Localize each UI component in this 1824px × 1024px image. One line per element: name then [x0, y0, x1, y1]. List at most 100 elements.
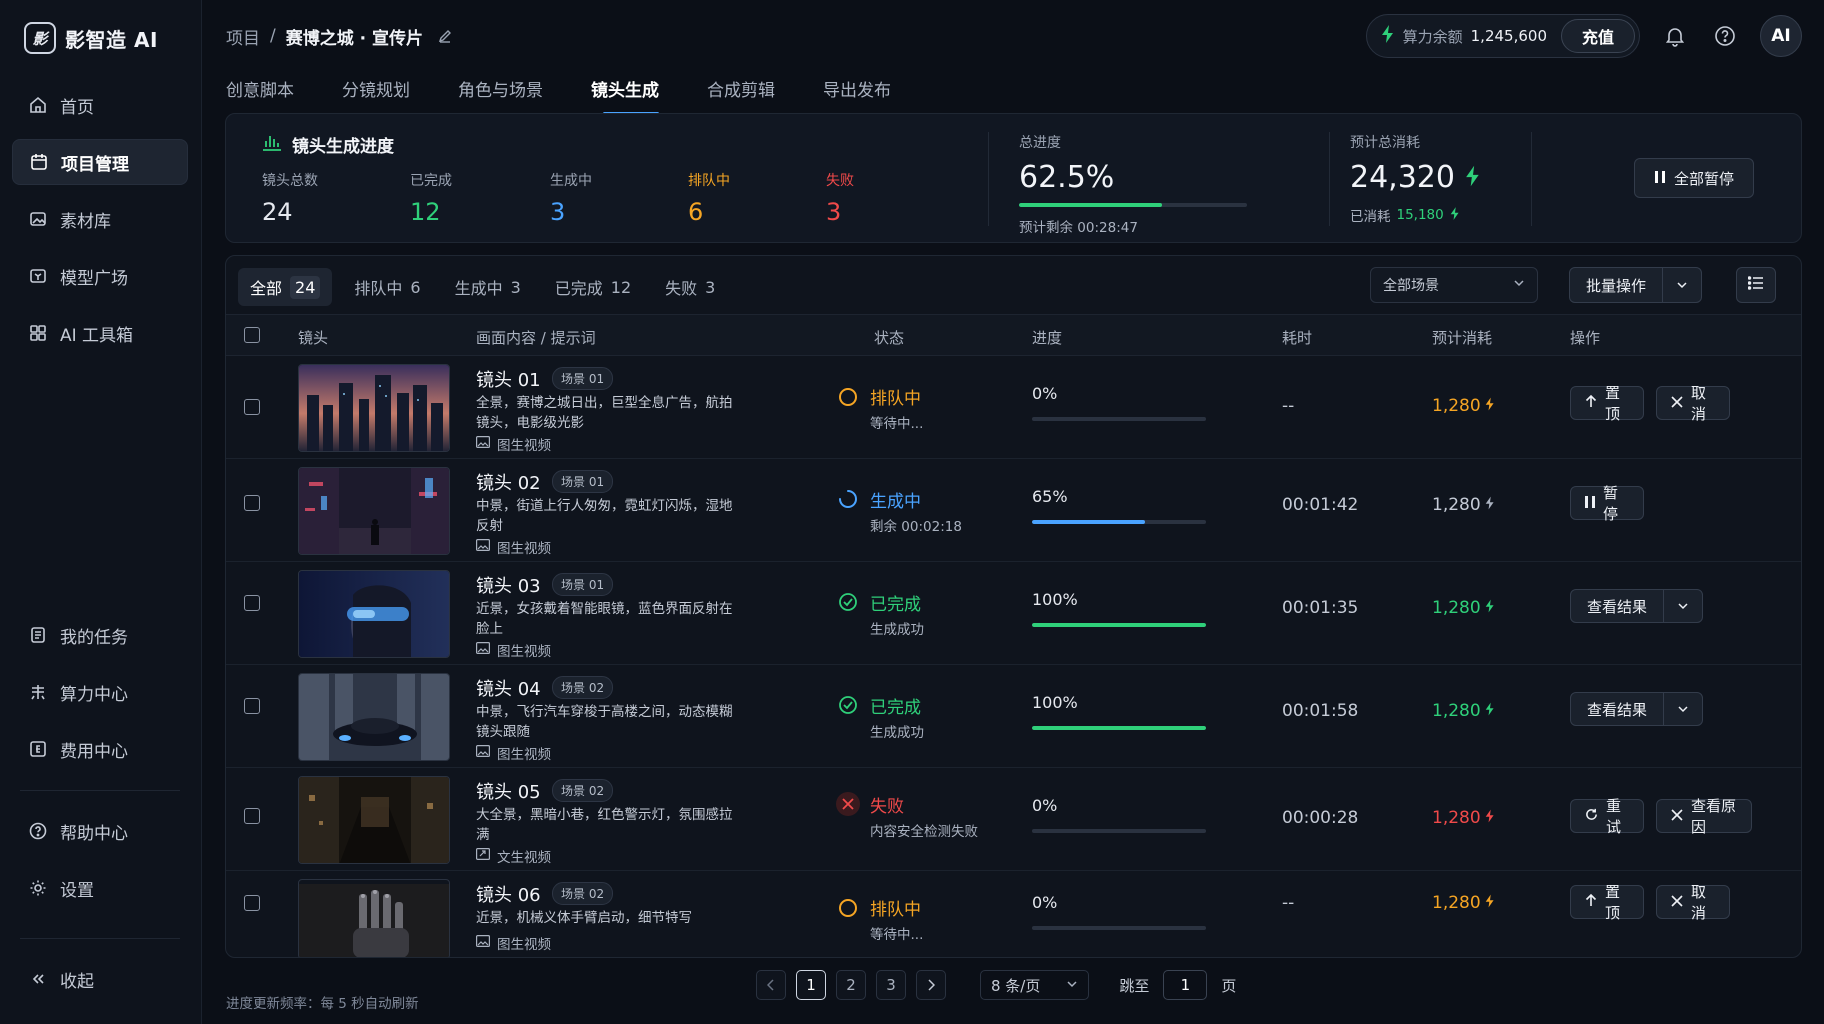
spinner-icon — [836, 487, 860, 511]
stat-value: 12 — [410, 198, 441, 226]
edit-icon[interactable] — [437, 28, 453, 44]
scene-select[interactable]: 全部场景 — [1370, 267, 1538, 303]
view-result-dropdown[interactable]: 查看结果 — [1570, 589, 1704, 623]
shot-thumbnail[interactable] — [298, 364, 450, 452]
table-row[interactable]: 镜头 02 场景 01 中景，街道上行人匆匆，霓虹灯闪烁，湿地反射 图生视频 生… — [226, 459, 1801, 562]
sidebar-item-tasks[interactable]: 我的任务 — [12, 612, 188, 658]
row-checkbox[interactable] — [244, 399, 260, 415]
page-unit-label: 页 — [1221, 976, 1237, 995]
page-button[interactable]: 1 — [796, 970, 826, 1000]
sidebar-item-settings[interactable]: 设置 — [12, 865, 188, 911]
page-button[interactable]: 2 — [836, 970, 866, 1000]
action-label: 查看原因 — [1691, 797, 1737, 836]
page-button[interactable]: 3 — [876, 970, 906, 1000]
retry-button[interactable]: 重试 — [1570, 797, 1644, 836]
shot-thumbnail[interactable] — [298, 570, 450, 658]
tab-storyboard[interactable]: 分镜规划 — [342, 76, 410, 112]
view-result-button[interactable]: 查看结果 — [1571, 693, 1665, 725]
shot-prompt: 近景，机械义体手臂启动，细节特写 — [476, 910, 692, 926]
recharge-button[interactable]: 充值 — [1560, 19, 1635, 53]
pin-top-button[interactable]: 置顶 — [1570, 883, 1644, 922]
table-row[interactable]: 镜头 01 场景 01 全景，赛博之城日出，巨型全息广告，航拍镜头，电影级光影 … — [226, 356, 1801, 459]
row-actions: 置顶 取消 — [1570, 384, 1730, 423]
row-checkbox[interactable] — [244, 808, 260, 824]
cancel-button[interactable]: 取消 — [1656, 883, 1730, 922]
filter-count: 3 — [705, 277, 716, 297]
shot-thumbnail[interactable] — [298, 467, 450, 555]
row-actions: 查看结果 — [1570, 692, 1704, 726]
avatar[interactable]: AI — [1760, 15, 1802, 57]
cancel-button[interactable]: 取消 — [1656, 384, 1730, 423]
tab-characters[interactable]: 角色与场景 — [458, 76, 543, 112]
filter-tab-all[interactable]: 全部 24 — [238, 268, 333, 306]
sidebar-item-label: 费用中心 — [60, 741, 128, 762]
tab-shot-generation[interactable]: 镜头生成 — [591, 76, 659, 115]
progress-text: 65% — [1032, 487, 1068, 506]
tab-script[interactable]: 创意脚本 — [226, 76, 294, 112]
help-circle-icon[interactable] — [1710, 21, 1740, 51]
sidebar-collapse-button[interactable]: 收起 — [12, 956, 188, 1002]
brand[interactable]: 影 影智造 AI — [24, 20, 158, 56]
divider — [988, 132, 989, 226]
list-view-button[interactable] — [1736, 267, 1776, 303]
filter-tab-failed[interactable]: 失败 3 — [653, 268, 727, 306]
view-result-button[interactable]: 查看结果 — [1571, 590, 1665, 622]
progress-text: 0% — [1032, 893, 1058, 912]
filter-tab-running[interactable]: 生成中 3 — [443, 268, 533, 306]
stat-label: 排队中 — [688, 173, 730, 189]
chevron-down-icon[interactable] — [1663, 268, 1701, 302]
table-row[interactable]: 镜头 03 场景 01 近景，女孩戴着智能眼镜，蓝色界面反射在脸上 图生视频 已… — [226, 562, 1801, 665]
chevron-down-icon — [1513, 277, 1525, 293]
page-size-select[interactable]: 8 条/页 — [980, 970, 1090, 1000]
shot-kind: 图生视频 — [476, 743, 551, 763]
row-checkbox[interactable] — [244, 895, 260, 911]
filter-tab-queued[interactable]: 排队中 6 — [342, 268, 432, 306]
sidebar-item-projects[interactable]: 项目管理 — [12, 139, 188, 185]
row-checkbox[interactable] — [244, 495, 260, 511]
breadcrumb-root[interactable]: 项目 — [226, 24, 260, 49]
prev-page-button[interactable] — [756, 970, 786, 1000]
sidebar-item-billing[interactable]: 费用中心 — [12, 726, 188, 772]
row-checkbox[interactable] — [244, 698, 260, 714]
select-all-checkbox[interactable] — [244, 327, 260, 343]
table-row[interactable]: 镜头 04 场景 02 中景，飞行汽车穿梭于高楼之间，动态模糊镜头跟随 图生视频… — [226, 665, 1801, 768]
pause-button[interactable]: 暂停 — [1570, 484, 1644, 523]
sidebar-item-help[interactable]: 帮助中心 — [12, 808, 188, 854]
filter-tab-done[interactable]: 已完成 12 — [543, 268, 643, 306]
cost-value: 1,280 — [1432, 808, 1481, 828]
jump-input[interactable]: 1 — [1163, 970, 1208, 1000]
tab-editing[interactable]: 合成剪辑 — [707, 76, 775, 112]
sidebar-item-home[interactable]: 首页 — [12, 82, 188, 128]
shot-thumbnail[interactable] — [298, 776, 450, 864]
sidebar-item-models[interactable]: 模型广场 — [12, 253, 188, 299]
queued-circle-icon — [839, 388, 857, 406]
tab-export[interactable]: 导出发布 — [823, 76, 891, 112]
table-row[interactable]: 镜头 05 场景 02 大全景，黑暗小巷，红色警示灯，氛围感拉满 文生视频 失败… — [226, 768, 1801, 871]
shot-kind: 图生视频 — [476, 537, 551, 557]
pin-top-button[interactable]: 置顶 — [1570, 384, 1644, 423]
status-text: 失败 — [870, 797, 904, 817]
shot-thumbnail[interactable] — [298, 673, 450, 761]
sidebar-item-toolbox[interactable]: AI 工具箱 — [12, 310, 188, 356]
elapsed-time: 00:01:42 — [1282, 495, 1359, 515]
table-row[interactable]: 镜头 06 场景 02 近景，机械义体手臂启动，细节特写 图生视频 排队中 等待… — [226, 871, 1801, 957]
batch-actions-dropdown[interactable]: 批量操作 — [1569, 267, 1703, 303]
shot-thumbnail[interactable] — [298, 879, 450, 957]
bell-icon[interactable] — [1660, 21, 1690, 51]
estimated-cost: 1,280 — [1432, 893, 1495, 913]
sidebar-item-compute[interactable]: 算力中心 — [12, 669, 188, 715]
check-circle-icon — [836, 693, 860, 717]
view-result-dropdown[interactable]: 查看结果 — [1570, 692, 1704, 726]
sidebar-item-assets[interactable]: 素材库 — [12, 196, 188, 242]
chevron-down-icon[interactable] — [1664, 590, 1702, 622]
shot-kind-label: 图生视频 — [497, 747, 551, 763]
view-reason-button[interactable]: 查看原因 — [1656, 797, 1752, 836]
chevron-down-icon[interactable] — [1664, 693, 1702, 725]
topbar-actions: 算力余额 1,245,600 充值 AI — [1365, 14, 1802, 58]
next-page-button[interactable] — [916, 970, 946, 1000]
batch-actions-label[interactable]: 批量操作 — [1570, 268, 1664, 302]
row-checkbox[interactable] — [244, 595, 260, 611]
pause-all-label: 全部暂停 — [1673, 169, 1734, 188]
balance-value: 1,245,600 — [1470, 27, 1547, 45]
pause-all-button[interactable]: 全部暂停 — [1634, 158, 1754, 198]
